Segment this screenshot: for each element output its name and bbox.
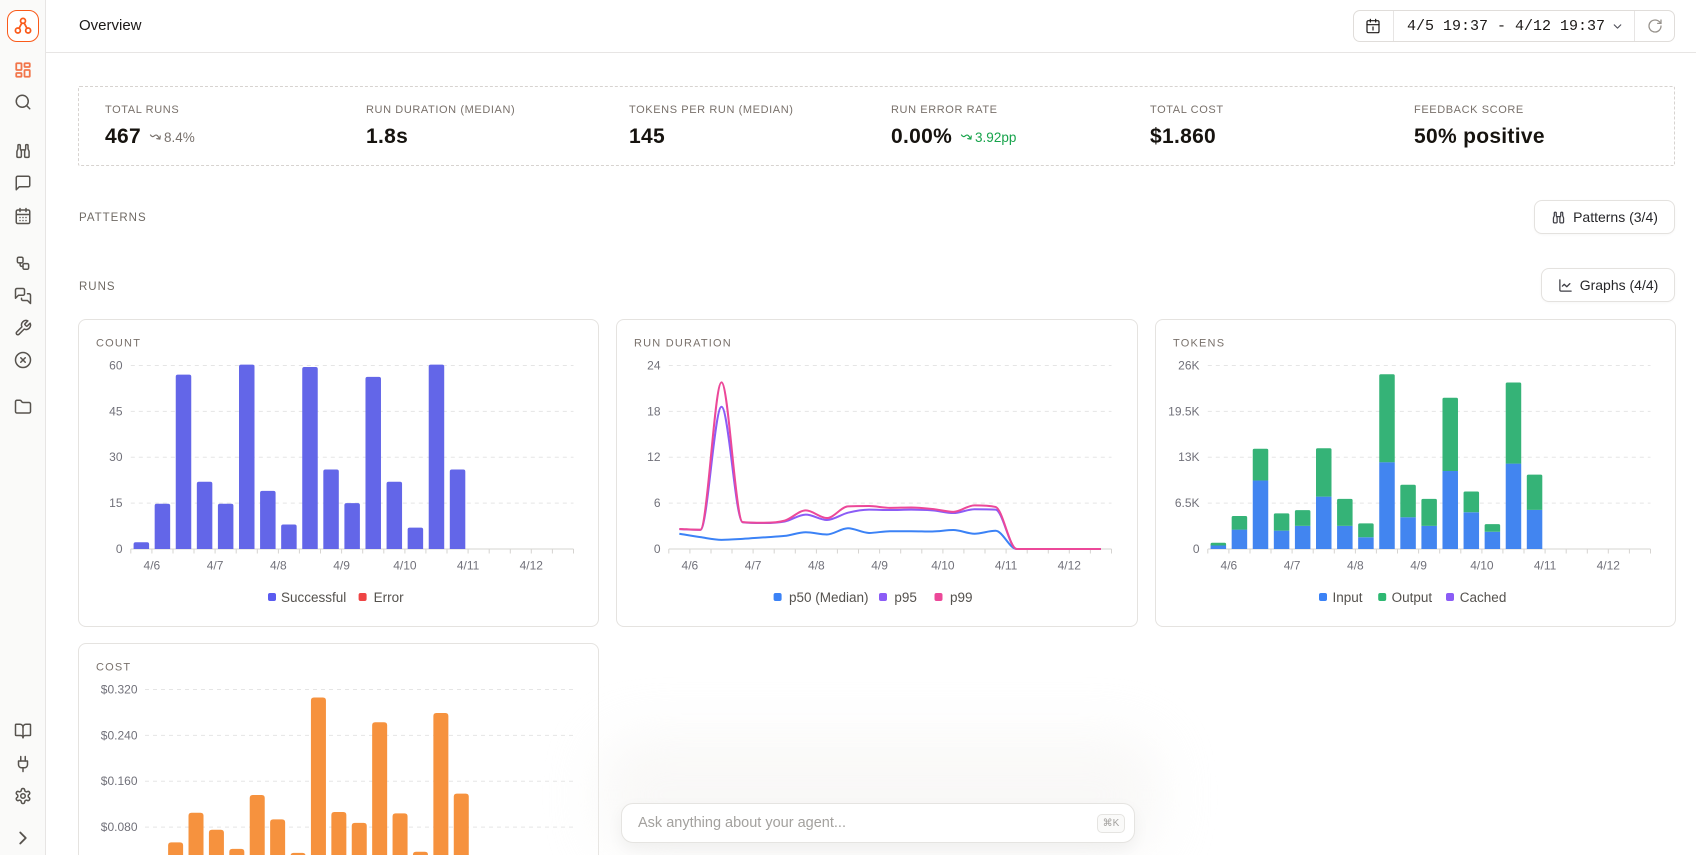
svg-text:4/7: 4/7 <box>1283 559 1300 573</box>
svg-text:0: 0 <box>654 542 661 556</box>
svg-text:Output: Output <box>1391 590 1432 605</box>
svg-text:TOKENS: TOKENS <box>1173 338 1225 350</box>
svg-text:13K: 13K <box>1178 450 1199 464</box>
svg-text:0: 0 <box>116 542 123 556</box>
svg-text:4/7: 4/7 <box>207 559 224 573</box>
svg-text:4/11: 4/11 <box>995 559 1018 573</box>
svg-text:4/6: 4/6 <box>144 559 161 573</box>
svg-text:$0.160: $0.160 <box>101 774 138 788</box>
svg-text:RUN DURATION: RUN DURATION <box>634 338 732 350</box>
svg-text:4/10: 4/10 <box>1470 559 1494 573</box>
svg-text:$0.240: $0.240 <box>101 729 138 743</box>
svg-text:0: 0 <box>1193 542 1200 556</box>
svg-text:$0.080: $0.080 <box>101 820 138 834</box>
svg-text:Cached: Cached <box>1459 590 1506 605</box>
svg-text:4/11: 4/11 <box>457 559 480 573</box>
svg-text:4/9: 4/9 <box>1410 559 1427 573</box>
svg-text:Error: Error <box>374 590 405 605</box>
svg-text:$0.320: $0.320 <box>101 683 138 697</box>
svg-text:18: 18 <box>647 405 661 419</box>
svg-text:4/6: 4/6 <box>682 559 699 573</box>
svg-text:p99: p99 <box>950 590 973 605</box>
svg-text:26K: 26K <box>1178 359 1199 373</box>
svg-text:24: 24 <box>647 359 661 373</box>
svg-text:15: 15 <box>109 496 123 510</box>
svg-text:45: 45 <box>109 405 123 419</box>
svg-text:COST: COST <box>96 662 131 674</box>
svg-text:6: 6 <box>654 496 661 510</box>
svg-text:4/8: 4/8 <box>270 559 287 573</box>
svg-text:6.5K: 6.5K <box>1175 496 1200 510</box>
svg-text:p95: p95 <box>895 590 918 605</box>
svg-text:4/12: 4/12 <box>1596 559 1620 573</box>
svg-text:19.5K: 19.5K <box>1168 405 1199 419</box>
svg-text:4/6: 4/6 <box>1220 559 1237 573</box>
svg-text:Successful: Successful <box>281 590 346 605</box>
svg-text:4/8: 4/8 <box>1347 559 1364 573</box>
svg-text:4/12: 4/12 <box>520 559 544 573</box>
svg-text:Input: Input <box>1332 590 1362 605</box>
svg-text:COUNT: COUNT <box>96 338 141 350</box>
svg-text:4/9: 4/9 <box>333 559 350 573</box>
svg-text:4/10: 4/10 <box>393 559 417 573</box>
svg-text:4/11: 4/11 <box>1534 559 1557 573</box>
svg-text:4/9: 4/9 <box>872 559 889 573</box>
svg-text:30: 30 <box>109 450 123 464</box>
svg-text:4/8: 4/8 <box>808 559 825 573</box>
svg-text:4/12: 4/12 <box>1058 559 1082 573</box>
svg-text:4/10: 4/10 <box>932 559 956 573</box>
svg-text:12: 12 <box>647 450 661 464</box>
svg-text:60: 60 <box>109 359 123 373</box>
svg-text:p50 (Median): p50 (Median) <box>789 590 869 605</box>
svg-text:4/7: 4/7 <box>745 559 762 573</box>
